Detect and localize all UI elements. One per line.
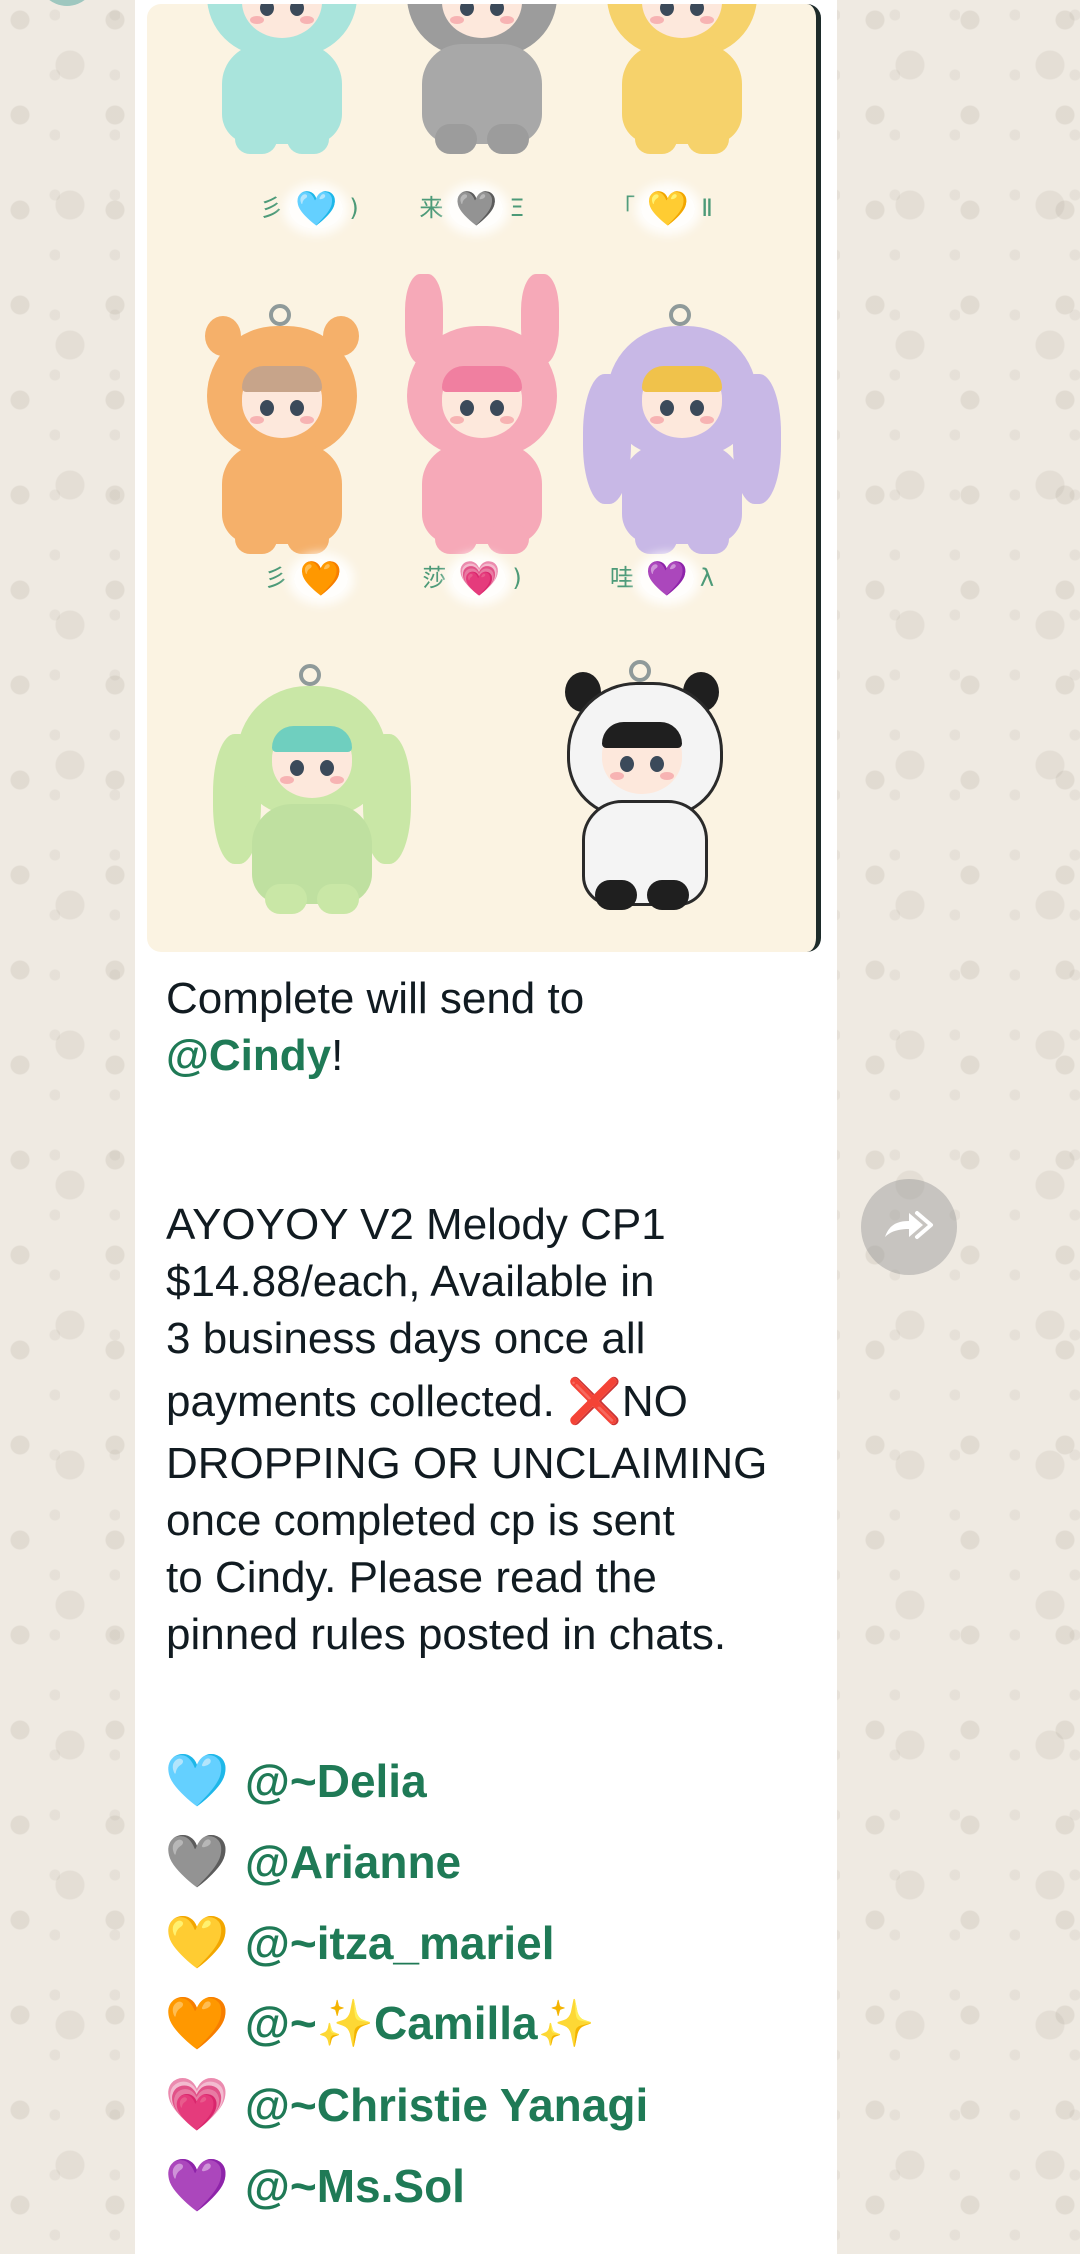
message-image[interactable]: 彡 🩵) 来 🩶 Ξ 「💛 Ⅱ 彡 🧡 莎 💗) 哇 💜 λ [147, 4, 821, 952]
image-tag-3: 「💛 Ⅱ [611, 189, 713, 229]
heart-icon: 💗 [164, 2075, 230, 2134]
image-tag-6: 哇 💜 λ [609, 559, 715, 599]
message-body: AYOYOY V2 Melody CP1 $14.88/each, Availa… [166, 1200, 768, 1659]
doll-panda [547, 660, 737, 910]
list-item: 💜 @~Ms.Sol [163, 2145, 813, 2226]
forward-arrow-icon [885, 1211, 933, 1239]
heart-icon: 💛 [641, 189, 696, 229]
doll-gray [387, 4, 577, 154]
image-tag-2: 来 🩶 Ξ [419, 189, 525, 229]
image-tag-4: 彡 🧡 [224, 556, 394, 600]
claim-list: 🩵 @~Delia 🩶 @Arianne 💛 @~itza_mariel 🧡 @… [163, 1740, 813, 2226]
mention-link[interactable]: @~Ms.Sol [245, 2159, 465, 2213]
heart-icon: 💛 [164, 1913, 230, 1972]
forward-button[interactable] [861, 1179, 957, 1275]
mention-link[interactable]: @~itza_mariel [245, 1916, 555, 1970]
mention-link[interactable]: @Arianne [245, 1835, 461, 1889]
mention-link[interactable]: @~Delia [245, 1754, 427, 1808]
heart-icon: 🧡 [294, 559, 348, 599]
mention-link[interactable]: @~Christie Yanagi [245, 2078, 648, 2132]
heart-icon: 💜 [639, 559, 694, 599]
image-tag-5: 莎 💗) [422, 559, 522, 599]
heart-icon: 🩶 [164, 1832, 230, 1891]
list-item: 🩶 @Arianne [163, 1821, 813, 1902]
list-item: 💗 @~Christie Yanagi [163, 2064, 813, 2145]
doll-blue [187, 4, 377, 154]
doll-purple [583, 304, 781, 554]
heart-icon: 🧡 [164, 1994, 230, 2053]
message-bubble[interactable]: 彡 🩵) 来 🩶 Ξ 「💛 Ⅱ 彡 🧡 莎 💗) 哇 💜 λ Complete… [135, 0, 837, 2254]
heart-icon: 💜 [164, 2156, 230, 2215]
list-item: 💛 @~itza_mariel [163, 1902, 813, 1983]
mention-link[interactable]: @Cindy [166, 1031, 331, 1080]
doll-pink [387, 274, 577, 554]
doll-yellow [587, 4, 777, 154]
heart-icon: 💗 [452, 559, 507, 599]
heart-icon: 🩶 [449, 189, 504, 229]
cross-mark-icon: ❌ [567, 1377, 622, 1426]
image-tag-1: 彡 🩵) [259, 189, 359, 229]
doll-orange [187, 304, 377, 554]
doll-green [213, 664, 411, 914]
list-item: 🩵 @~Delia [163, 1740, 813, 1821]
list-item: 🧡 @~✨Camilla✨ [163, 1983, 813, 2064]
image-caption: Complete will send to @Cindy! [166, 974, 585, 1080]
heart-icon: 🩵 [289, 189, 344, 229]
heart-icon: 🩵 [164, 1751, 230, 1810]
mention-link[interactable]: @~✨Camilla✨ [245, 1996, 595, 2051]
